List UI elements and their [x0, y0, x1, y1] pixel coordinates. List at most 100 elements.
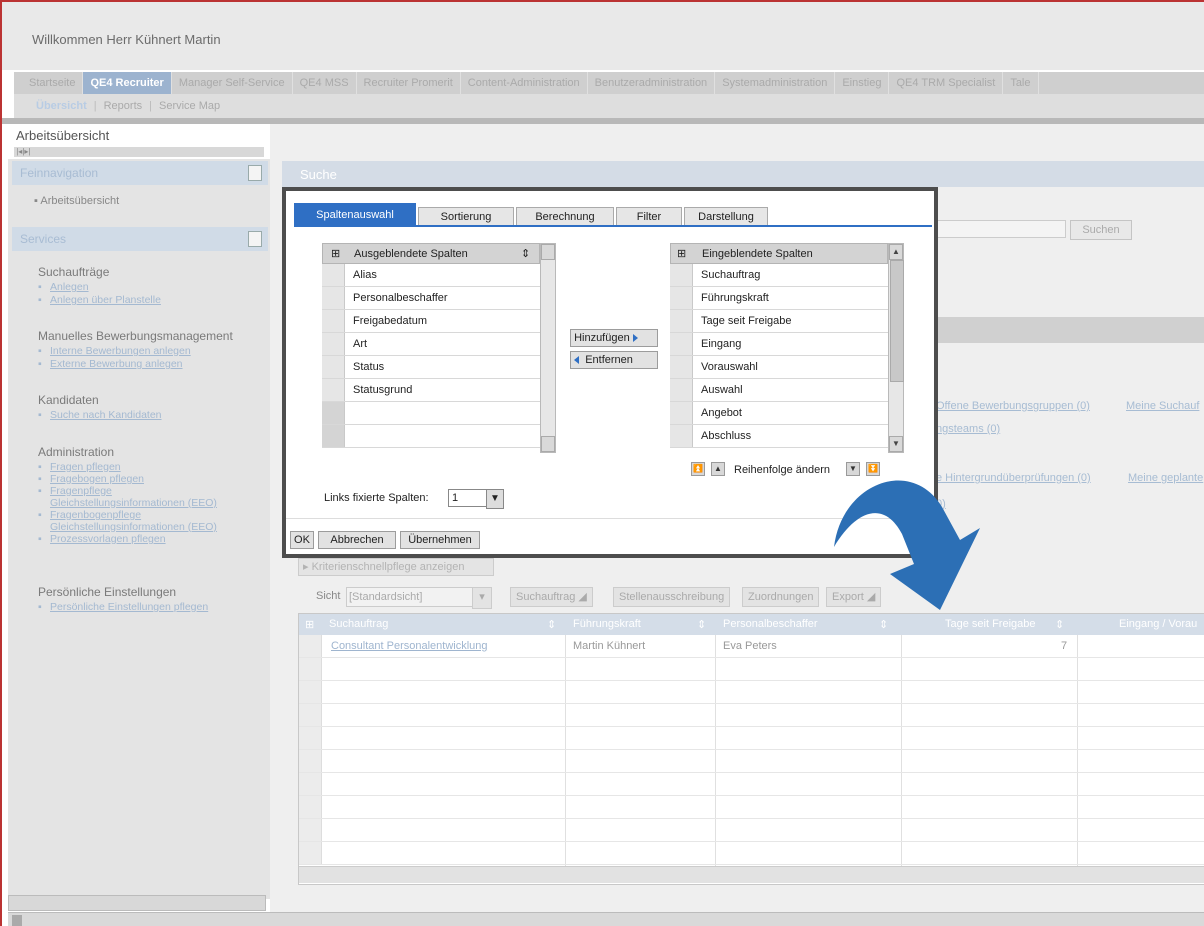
sort-icon[interactable]: ⇕	[697, 618, 706, 631]
table-row[interactable]	[299, 750, 1204, 773]
link-eeo-2[interactable]: Gleichstellungsinformationen (EEO)	[50, 521, 217, 533]
list-item[interactable]: Alias	[322, 264, 540, 287]
table-scrollbar[interactable]	[299, 866, 1204, 883]
link-persoenliche-einstellungen[interactable]: ▪ Persönliche Einstellungen pflegen	[38, 601, 208, 613]
tab-berechnung[interactable]: Berechnung	[516, 207, 614, 226]
column-header[interactable]: Eingang / Vorau	[1119, 618, 1197, 630]
column-settings-icon[interactable]: ⊞	[305, 618, 314, 631]
tab-qe4-recruiter[interactable]: QE4 Recruiter	[83, 72, 172, 94]
link-teams[interactable]: ngsteams (0)	[936, 423, 1000, 435]
list-item[interactable]: Abschluss	[670, 425, 888, 448]
scroll-up-icon[interactable]: ▲	[889, 244, 903, 260]
list-item[interactable]: Auswahl	[670, 379, 888, 402]
link-meine-geplanten[interactable]: Meine geplante	[1128, 472, 1203, 484]
list-item[interactable]: Suchauftrag	[670, 264, 888, 287]
table-row[interactable]	[299, 727, 1204, 750]
subnav-service-map[interactable]: Service Map	[159, 100, 220, 112]
remove-column-button[interactable]: Entfernen	[570, 351, 658, 369]
link-meine-suchauftraege[interactable]: Meine Suchauf	[1126, 400, 1199, 412]
tab-einstieg[interactable]: Einstieg	[835, 72, 890, 94]
search-button[interactable]: Suchen	[1070, 220, 1132, 240]
tab-filter[interactable]: Filter	[616, 207, 682, 226]
collapse-icon[interactable]	[248, 165, 262, 181]
link-fragenpflege[interactable]: ▪ Fragenpflege	[38, 485, 112, 497]
column-header[interactable]: Führungskraft	[573, 618, 641, 630]
table-row[interactable]	[299, 842, 1204, 865]
stellenausschreibung-button[interactable]: Stellenausschreibung	[613, 587, 731, 607]
link-offene-bewerbungsgruppen[interactable]: Offene Bewerbungsgruppen (0)	[936, 400, 1090, 412]
splitter-bar[interactable]: |◂|▸|	[14, 147, 264, 157]
tab-darstellung[interactable]: Darstellung	[684, 207, 768, 226]
link-eeo[interactable]: Gleichstellungsinformationen (EEO)	[50, 497, 217, 509]
collapse-icon[interactable]	[248, 231, 262, 247]
tab-systemadministration[interactable]: Systemadministration	[715, 72, 836, 94]
table-row[interactable]: Consultant Personalentwicklung Martin Kü…	[299, 635, 1204, 658]
table-row[interactable]	[299, 658, 1204, 681]
tab-sortierung[interactable]: Sortierung	[418, 207, 514, 226]
sicht-select[interactable]: [Standardsicht]	[346, 587, 478, 607]
tab-manager-self-service[interactable]: Manager Self-Service	[172, 72, 293, 94]
move-top-icon[interactable]: ⏫	[691, 462, 705, 476]
zuordnungen-button[interactable]: Zuordnungen	[742, 587, 820, 607]
shown-list-scrollbar[interactable]: ▲ ▼	[888, 243, 904, 453]
tab-spaltenauswahl[interactable]: Spaltenauswahl	[294, 203, 416, 226]
list-item[interactable]: Art	[322, 333, 540, 356]
tab-startseite[interactable]: Startseite	[22, 72, 84, 94]
tab-benutzeradministration[interactable]: Benutzeradministration	[588, 72, 716, 94]
scroll-thumb[interactable]	[890, 260, 904, 382]
table-row[interactable]	[299, 681, 1204, 704]
list-item[interactable]: Personalbeschaffer	[322, 287, 540, 310]
list-item[interactable]	[322, 402, 540, 425]
link-fragenbogenpflege[interactable]: ▪ Fragenbogenpflege	[38, 509, 141, 521]
table-row[interactable]	[299, 704, 1204, 727]
table-row[interactable]	[299, 773, 1204, 796]
subnav-uebersicht[interactable]: Übersicht	[36, 100, 87, 112]
list-item[interactable]: Führungskraft	[670, 287, 888, 310]
tab-recruiter-promerit[interactable]: Recruiter Promerit	[357, 72, 461, 94]
scroll-down-icon[interactable]: ▼	[889, 436, 903, 452]
chevron-down-icon[interactable]: ▾	[472, 587, 492, 609]
tab-qe4-trm-specialist[interactable]: QE4 TRM Specialist	[889, 72, 1004, 94]
list-item[interactable]: Status	[322, 356, 540, 379]
tab-qe4-mss[interactable]: QE4 MSS	[293, 72, 357, 94]
table-row[interactable]	[299, 796, 1204, 819]
ok-button[interactable]: OK	[290, 531, 314, 549]
tab-content-administration[interactable]: Content-Administration	[461, 72, 588, 94]
sort-icon[interactable]: ⇕	[521, 244, 530, 264]
cancel-button[interactable]: Abbrechen	[318, 531, 396, 549]
list-item[interactable]: Freigabedatum	[322, 310, 540, 333]
link-externe-bewerbung[interactable]: ▪ Externe Bewerbung anlegen	[38, 358, 183, 370]
link-interne-bewerbungen[interactable]: ▪ Interne Bewerbungen anlegen	[38, 345, 191, 357]
list-item[interactable]: Angebot	[670, 402, 888, 425]
subnav-reports[interactable]: Reports	[104, 100, 143, 112]
list-item[interactable]: Statusgrund	[322, 379, 540, 402]
kriterien-button[interactable]: ▸ Kriterienschnellpflege anzeigen	[298, 558, 494, 576]
list-item[interactable]: Vorauswahl	[670, 356, 888, 379]
feinnavigation-header[interactable]: Feinnavigation	[12, 161, 268, 185]
cell-suchauftrag[interactable]: Consultant Personalentwicklung	[331, 640, 488, 652]
link-fragebogen-pflegen[interactable]: ▪ Fragebogen pflegen	[38, 473, 144, 485]
column-header[interactable]: Personalbeschaffer	[723, 618, 818, 630]
sort-icon[interactable]: ⇕	[547, 618, 556, 631]
page-scrollbar[interactable]	[8, 912, 1204, 926]
table-row[interactable]	[299, 819, 1204, 842]
search-input[interactable]	[936, 220, 1066, 238]
link-prozessvorlagen[interactable]: ▪ Prozessvorlagen pflegen	[38, 533, 166, 545]
list-item[interactable]	[322, 425, 540, 448]
left-scrollbar[interactable]	[8, 895, 266, 911]
hidden-list-scrollbar[interactable]	[540, 243, 556, 453]
tab-tale[interactable]: Tale	[1003, 72, 1039, 94]
sort-icon[interactable]: ⇕	[1055, 618, 1064, 631]
apply-button[interactable]: Übernehmen	[400, 531, 480, 549]
column-header[interactable]: Suchauftrag	[329, 618, 388, 630]
list-item[interactable]: Tage seit Freigabe	[670, 310, 888, 333]
services-header[interactable]: Services	[12, 227, 268, 251]
suchauftrag-button[interactable]: Suchauftrag ◢	[510, 587, 593, 607]
chevron-down-icon[interactable]: ▼	[486, 489, 504, 509]
link-suche-kandidaten[interactable]: ▪ Suche nach Kandidaten	[38, 409, 162, 421]
link-anlegen-planstelle[interactable]: ▪ Anlegen über Planstelle	[38, 294, 161, 306]
move-up-icon[interactable]: ▲	[711, 462, 725, 476]
add-column-button[interactable]: Hinzufügen	[570, 329, 658, 347]
list-item[interactable]: Eingang	[670, 333, 888, 356]
nav-item-arbeitsuebersicht[interactable]: ▪ Arbeitsübersicht	[34, 195, 119, 207]
